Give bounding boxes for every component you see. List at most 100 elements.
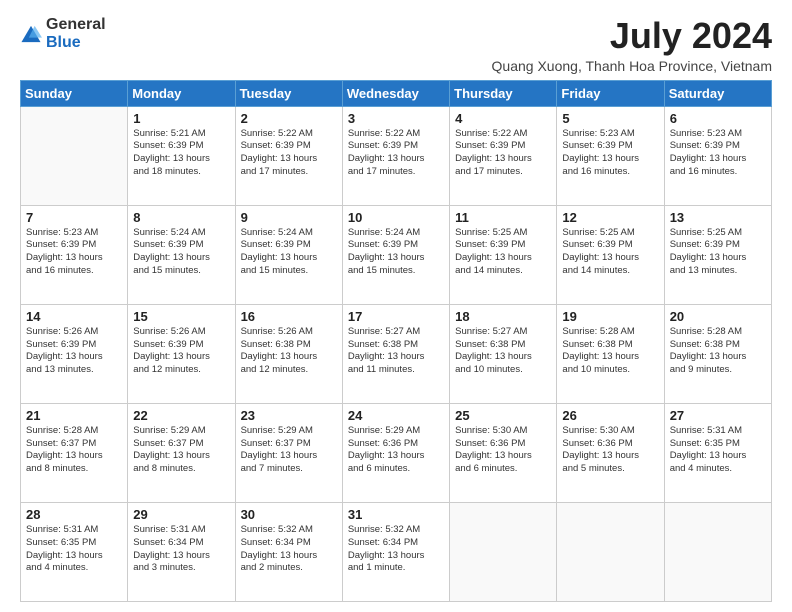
calendar-cell: 27Sunrise: 5:31 AM Sunset: 6:35 PM Dayli… [664,403,771,502]
day-number: 5 [562,111,658,126]
calendar-week-row-1: 1Sunrise: 5:21 AM Sunset: 6:39 PM Daylig… [21,106,772,205]
calendar-cell: 29Sunrise: 5:31 AM Sunset: 6:34 PM Dayli… [128,502,235,601]
calendar-cell: 25Sunrise: 5:30 AM Sunset: 6:36 PM Dayli… [450,403,557,502]
day-number: 8 [133,210,229,225]
day-number: 16 [241,309,337,324]
calendar-cell [664,502,771,601]
day-info: Sunrise: 5:29 AM Sunset: 6:37 PM Dayligh… [241,425,337,476]
day-info: Sunrise: 5:30 AM Sunset: 6:36 PM Dayligh… [562,425,658,476]
calendar-cell: 30 Sunrise: 5:32 AM Sunset: 6:34 PM Dayli… [235,502,342,601]
day-number: 27 [670,408,766,423]
day-info: Sunrise: 5:32 AM Sunset: 6:34 PM Dayligh… [241,524,337,575]
calendar-cell: 18Sunrise: 5:27 AM Sunset: 6:38 PM Dayli… [450,304,557,403]
calendar-cell: 16Sunrise: 5:26 AM Sunset: 6:38 PM Dayli… [235,304,342,403]
day-number: 24 [348,408,444,423]
logo-blue: Blue [46,34,81,51]
day-number: 6 [670,111,766,126]
calendar-cell: 10 Sunrise: 5:24 AM Sunset: 6:39 PM Dayli… [342,205,449,304]
page: General Blue July 2024 Quang Xuong, Than… [0,0,792,612]
day-number: 4 [455,111,551,126]
day-number: 10 [348,210,444,225]
logo-text: General Blue [46,16,106,51]
title-block: July 2024 Quang Xuong, Thanh Hoa Provinc… [492,16,772,74]
day-number: 21 [26,408,122,423]
day-number: 20 [670,309,766,324]
calendar-cell: 14 Sunrise: 5:26 AM Sunset: 6:39 PM Dayli… [21,304,128,403]
day-number: 25 [455,408,551,423]
day-info: Sunrise: 5:22 AM Sunset: 6:39 PM Dayligh… [348,128,444,179]
calendar-header-tuesday: Tuesday [235,80,342,106]
calendar-cell: 12 Sunrise: 5:25 AM Sunset: 6:39 PM Dayli… [557,205,664,304]
calendar-cell: 26 Sunrise: 5:30 AM Sunset: 6:36 PM Dayli… [557,403,664,502]
day-info: Sunrise: 5:28 AM Sunset: 6:38 PM Dayligh… [670,326,766,377]
calendar-cell: 1Sunrise: 5:21 AM Sunset: 6:39 PM Daylig… [128,106,235,205]
day-number: 30 [241,507,337,522]
day-number: 18 [455,309,551,324]
calendar-cell: 5 Sunrise: 5:23 AM Sunset: 6:39 PM Daylig… [557,106,664,205]
calendar-cell: 6 Sunrise: 5:23 AM Sunset: 6:39 PM Daylig… [664,106,771,205]
calendar-cell: 22 Sunrise: 5:29 AM Sunset: 6:37 PM Dayli… [128,403,235,502]
day-number: 15 [133,309,229,324]
day-info: Sunrise: 5:24 AM Sunset: 6:39 PM Dayligh… [348,227,444,278]
calendar-header-row: SundayMondayTuesdayWednesdayThursdayFrid… [21,80,772,106]
calendar-cell: 2 Sunrise: 5:22 AM Sunset: 6:39 PM Daylig… [235,106,342,205]
calendar-cell [557,502,664,601]
day-number: 17 [348,309,444,324]
day-number: 22 [133,408,229,423]
day-number: 26 [562,408,658,423]
day-number: 13 [670,210,766,225]
calendar-cell: 21Sunrise: 5:28 AM Sunset: 6:37 PM Dayli… [21,403,128,502]
calendar-header-monday: Monday [128,80,235,106]
day-info: Sunrise: 5:22 AM Sunset: 6:39 PM Dayligh… [455,128,551,179]
calendar-cell: 23 Sunrise: 5:29 AM Sunset: 6:37 PM Dayli… [235,403,342,502]
calendar-week-row-2: 7 Sunrise: 5:23 AM Sunset: 6:39 PM Daylig… [21,205,772,304]
day-info: Sunrise: 5:25 AM Sunset: 6:39 PM Dayligh… [562,227,658,278]
day-info: Sunrise: 5:26 AM Sunset: 6:39 PM Dayligh… [26,326,122,377]
calendar-header-wednesday: Wednesday [342,80,449,106]
calendar-cell: 13 Sunrise: 5:25 AM Sunset: 6:39 PM Dayli… [664,205,771,304]
location: Quang Xuong, Thanh Hoa Province, Vietnam [492,58,772,74]
day-number: 23 [241,408,337,423]
calendar-cell: 20 Sunrise: 5:28 AM Sunset: 6:38 PM Dayli… [664,304,771,403]
day-info: Sunrise: 5:26 AM Sunset: 6:39 PM Dayligh… [133,326,229,377]
day-number: 2 [241,111,337,126]
day-info: Sunrise: 5:23 AM Sunset: 6:39 PM Dayligh… [26,227,122,278]
day-info: Sunrise: 5:27 AM Sunset: 6:38 PM Dayligh… [348,326,444,377]
day-info: Sunrise: 5:25 AM Sunset: 6:39 PM Dayligh… [455,227,551,278]
calendar-cell: 11 Sunrise: 5:25 AM Sunset: 6:39 PM Dayli… [450,205,557,304]
day-info: Sunrise: 5:23 AM Sunset: 6:39 PM Dayligh… [562,128,658,179]
day-info: Sunrise: 5:29 AM Sunset: 6:37 PM Dayligh… [133,425,229,476]
header: General Blue July 2024 Quang Xuong, Than… [20,16,772,74]
calendar-cell [450,502,557,601]
day-number: 11 [455,210,551,225]
calendar-cell: 17 Sunrise: 5:27 AM Sunset: 6:38 PM Dayli… [342,304,449,403]
calendar-cell: 15 Sunrise: 5:26 AM Sunset: 6:39 PM Dayli… [128,304,235,403]
calendar-week-row-3: 14 Sunrise: 5:26 AM Sunset: 6:39 PM Dayli… [21,304,772,403]
calendar-cell: 8Sunrise: 5:24 AM Sunset: 6:39 PM Daylig… [128,205,235,304]
day-number: 28 [26,507,122,522]
day-info: Sunrise: 5:24 AM Sunset: 6:39 PM Dayligh… [241,227,337,278]
day-number: 29 [133,507,229,522]
calendar-cell: 9 Sunrise: 5:24 AM Sunset: 6:39 PM Daylig… [235,205,342,304]
day-number: 7 [26,210,122,225]
month-title: July 2024 [492,16,772,56]
calendar-cell: 28 Sunrise: 5:31 AM Sunset: 6:35 PM Dayli… [21,502,128,601]
day-number: 1 [133,111,229,126]
calendar-header-friday: Friday [557,80,664,106]
day-number: 12 [562,210,658,225]
day-number: 9 [241,210,337,225]
day-info: Sunrise: 5:29 AM Sunset: 6:36 PM Dayligh… [348,425,444,476]
calendar-header-saturday: Saturday [664,80,771,106]
day-info: Sunrise: 5:25 AM Sunset: 6:39 PM Dayligh… [670,227,766,278]
day-number: 19 [562,309,658,324]
calendar-cell: 24 Sunrise: 5:29 AM Sunset: 6:36 PM Dayli… [342,403,449,502]
calendar-week-row-4: 21Sunrise: 5:28 AM Sunset: 6:37 PM Dayli… [21,403,772,502]
day-info: Sunrise: 5:31 AM Sunset: 6:35 PM Dayligh… [26,524,122,575]
day-info: Sunrise: 5:22 AM Sunset: 6:39 PM Dayligh… [241,128,337,179]
calendar-cell: 31Sunrise: 5:32 AM Sunset: 6:34 PM Dayli… [342,502,449,601]
logo: General Blue [20,16,106,51]
calendar-cell: 19Sunrise: 5:28 AM Sunset: 6:38 PM Dayli… [557,304,664,403]
day-number: 31 [348,507,444,522]
day-number: 14 [26,309,122,324]
day-info: Sunrise: 5:23 AM Sunset: 6:39 PM Dayligh… [670,128,766,179]
